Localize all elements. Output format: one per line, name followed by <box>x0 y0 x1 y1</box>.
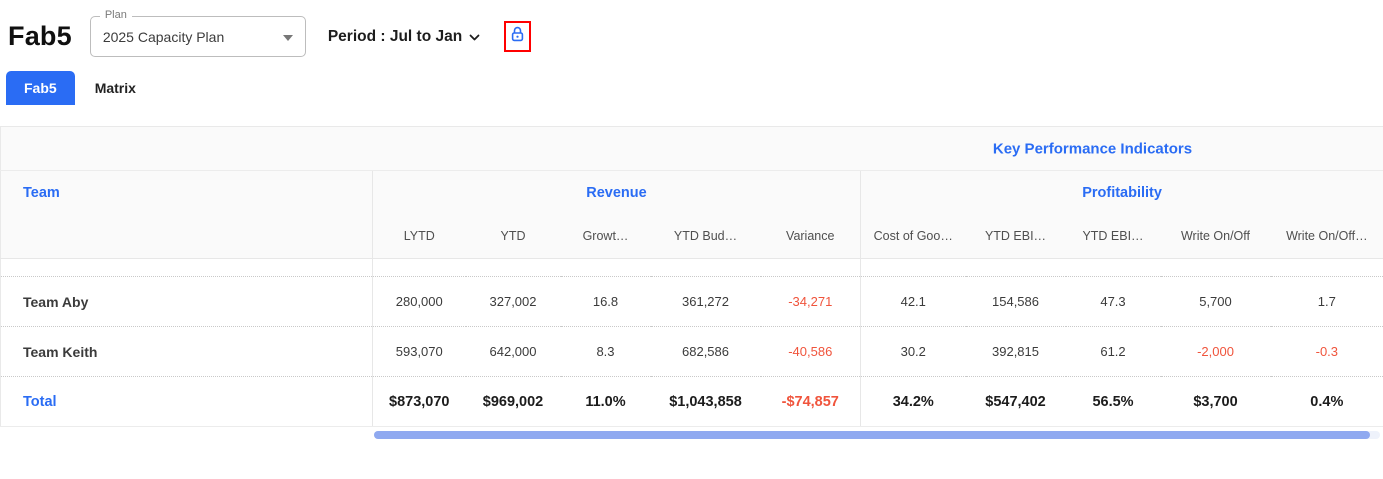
column-header-write-on-off-2: Write On/Off… <box>1270 214 1383 259</box>
row-spacer <box>0 258 1383 277</box>
top-bar: Fab5 Plan 2025 Capacity Plan Period : Ju… <box>0 0 1383 63</box>
tab-bar: Fab5 Matrix <box>0 71 1383 105</box>
cell-value: 361,272 <box>650 276 761 327</box>
total-value: 56.5% <box>1065 376 1161 427</box>
total-value: $3,700 <box>1160 376 1271 427</box>
tab-fab5[interactable]: Fab5 <box>6 71 75 105</box>
row-spacer-cell <box>372 258 861 277</box>
cell-value: -40,586 <box>760 326 861 377</box>
row-spacer-cell <box>0 258 373 277</box>
total-value: 11.0% <box>560 376 651 427</box>
group-header-revenue: Revenue <box>372 170 861 215</box>
caret-down-icon <box>282 28 293 46</box>
column-header-growth: Growt… <box>560 214 651 259</box>
plan-select-value: 2025 Capacity Plan <box>102 28 225 45</box>
column-header-variance: Variance <box>760 214 861 259</box>
cell-value: 16.8 <box>560 276 651 327</box>
cell-value: 154,586 <box>965 276 1066 327</box>
total-value: 0.4% <box>1270 376 1383 427</box>
table-row-total: Total $873,070 $969,002 11.0% $1,043,858… <box>0 376 1383 427</box>
cell-value: 280,000 <box>372 276 466 327</box>
horizontal-scrollbar-track[interactable] <box>374 431 1380 439</box>
period-dropdown[interactable]: Period : Jul to Jan <box>328 28 480 46</box>
total-value: $1,043,858 <box>650 376 761 427</box>
table-row-team-keith: Team Keith 593,070 642,000 8.3 682,586 -… <box>0 326 1383 377</box>
total-label: Total <box>0 376 373 427</box>
total-value: $873,070 <box>372 376 466 427</box>
cell-value: 327,002 <box>465 276 561 327</box>
table-row-team-aby: Team Aby 280,000 327,002 16.8 361,272 -3… <box>0 276 1383 327</box>
chevron-down-icon <box>469 28 480 46</box>
column-header-ytd: YTD <box>465 214 561 259</box>
column-header-ytd-budget: YTD Bud… <box>650 214 761 259</box>
page-title: Fab5 <box>8 21 72 51</box>
total-value: $547,402 <box>965 376 1066 427</box>
team-name: Team Aby <box>0 276 373 327</box>
period-label: Period : Jul to Jan <box>327 27 463 45</box>
horizontal-scrollbar-thumb[interactable] <box>374 431 1370 439</box>
total-value: 34.2% <box>860 376 966 427</box>
row-spacer-cell <box>859 258 1383 277</box>
cell-value: 8.3 <box>560 326 651 377</box>
team-name: Team Keith <box>0 326 373 377</box>
lock-button[interactable] <box>504 21 532 52</box>
column-header-write-on-off: Write On/Off <box>1160 214 1271 259</box>
cell-value: 682,586 <box>650 326 761 377</box>
tab-matrix[interactable]: Matrix <box>76 71 154 105</box>
total-value: -$74,857 <box>760 376 861 427</box>
cell-value: 392,815 <box>965 326 1066 377</box>
plan-select[interactable]: Plan 2025 Capacity Plan <box>89 9 306 57</box>
kpi-header-row: Key Performance Indicators <box>0 126 1383 171</box>
cell-value: 642,000 <box>465 326 561 377</box>
team-column-header: Team <box>0 170 373 259</box>
lock-icon <box>510 26 525 47</box>
cell-value: -2,000 <box>1160 326 1271 377</box>
group-header-profitability: Profitability <box>859 170 1383 215</box>
column-header-ytd-ebi-2: YTD EBI… <box>1065 214 1161 259</box>
cell-value: 47.3 <box>1065 276 1161 327</box>
column-header-cost-of-goods: Cost of Goo… <box>860 214 966 259</box>
column-header-ytd-ebi-1: YTD EBI… <box>965 214 1066 259</box>
kpi-table: Key Performance Indicators Team Revenue … <box>0 126 1383 427</box>
kpi-header-cell: Key Performance Indicators <box>0 126 1383 171</box>
cell-value: 42.1 <box>860 276 966 327</box>
total-value: $969,002 <box>465 376 561 427</box>
cell-value: -0.3 <box>1270 326 1383 377</box>
kpi-header-title: Key Performance Indicators <box>992 140 1193 157</box>
cell-value: 61.2 <box>1065 326 1161 377</box>
column-header-lytd: LYTD <box>372 214 466 259</box>
plan-select-label: Plan <box>99 9 132 21</box>
cell-value: 593,070 <box>372 326 466 377</box>
cell-value: 5,700 <box>1160 276 1271 327</box>
cell-value: -34,271 <box>760 276 861 327</box>
cell-value: 1.7 <box>1270 276 1383 327</box>
group-header-row: Team Revenue Profitability <box>0 170 1383 259</box>
cell-value: 30.2 <box>860 326 966 377</box>
